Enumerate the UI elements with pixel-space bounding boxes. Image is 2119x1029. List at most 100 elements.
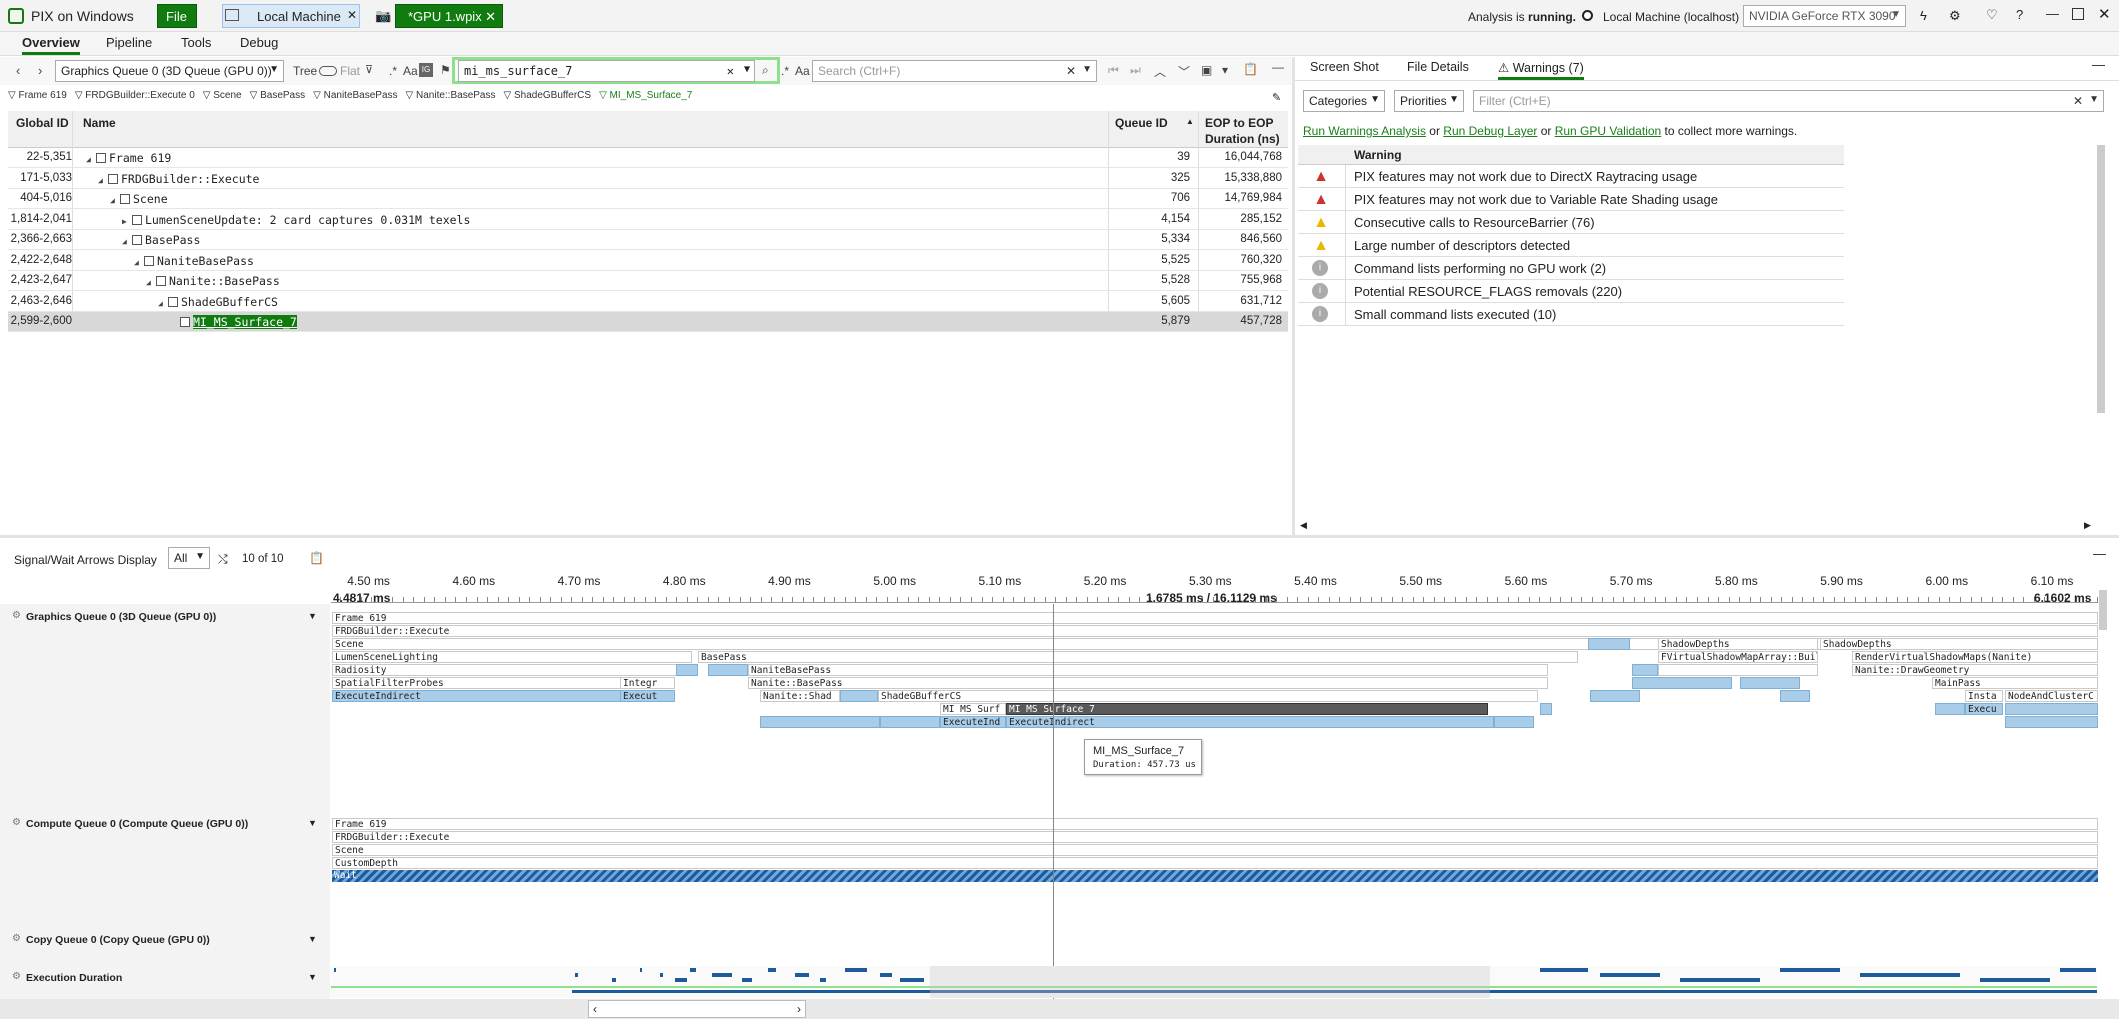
compute-track-bar[interactable]: Frame 619	[332, 818, 2098, 830]
table-row[interactable]: 1,814-2,041 ▶ LumenSceneUpdate: 2 card cap…	[8, 210, 1288, 230]
chevron-down-icon[interactable]: ▼	[308, 934, 317, 944]
track-bar[interactable]	[1494, 716, 1534, 728]
breadcrumb-item[interactable]: ▽ NaniteBasePass	[313, 90, 397, 101]
forward-icon[interactable]: ›	[38, 63, 42, 78]
clipboard-icon[interactable]: 📋	[1243, 62, 1258, 76]
timeline-scrollbar[interactable]	[0, 999, 2119, 1019]
edit-icon[interactable]: ✎	[1272, 91, 1281, 104]
feedback-icon[interactable]: ⚙	[1949, 8, 1961, 24]
right-panel-minimize-icon[interactable]: —	[2092, 57, 2105, 72]
ig-icon[interactable]: IG	[419, 63, 433, 77]
col-eop[interactable]: EOP to EOP	[1205, 116, 1273, 130]
track-bar[interactable]: Radiosity	[332, 664, 692, 676]
compute-track-bar[interactable]: Wait	[332, 870, 2098, 882]
tree-flat-toggle[interactable]	[319, 66, 337, 76]
track-bar[interactable]: ExecuteIndirect	[332, 690, 622, 702]
warning-row[interactable]: i Command lists performing no GPU work (2…	[1298, 257, 1844, 280]
row-checkbox[interactable]	[144, 255, 154, 266]
menu-overview[interactable]: Overview	[22, 35, 80, 55]
track-bar[interactable]: LumenSceneLighting	[332, 651, 692, 663]
col-queue-id[interactable]: Queue ID	[1115, 116, 1168, 130]
table-row[interactable]: 2,463-2,646 ◢ ShadeGBufferCS 5,605 631,712	[8, 292, 1288, 312]
row-checkbox[interactable]	[120, 194, 130, 204]
heart-icon[interactable]: ♡	[1986, 7, 1998, 23]
track-bar[interactable]	[2005, 716, 2098, 728]
breadcrumb-item[interactable]: ▽ ShadeGBufferCS	[504, 90, 592, 101]
track-bar[interactable]: Nanite::Shad	[760, 690, 840, 702]
row-checkbox[interactable]	[96, 153, 106, 163]
track-bar[interactable]	[1588, 638, 1630, 650]
scroll-thumb[interactable]: ‹ ›	[588, 1000, 806, 1018]
track-bar[interactable]: Nanite::DrawGeometry	[1852, 664, 2098, 676]
warnings-scrollbar[interactable]	[2097, 145, 2105, 413]
breadcrumb-item[interactable]: ▽ Nanite::BasePass	[406, 90, 496, 101]
back-icon[interactable]: ‹	[16, 63, 20, 78]
event-search-input[interactable]: mi_ms_surface_7 ✕ ▼	[458, 60, 755, 82]
gfx-queue-label[interactable]: Graphics Queue 0 (3D Queue (GPU 0))	[26, 611, 216, 623]
tab-warnings[interactable]: ⚠ Warnings (7)	[1498, 60, 1584, 80]
track-bar[interactable]	[2005, 703, 2098, 715]
compute-track-bar[interactable]: FRDGBuilder::Execute	[332, 831, 2098, 843]
track-bar[interactable]: NodeAndClusterC	[2005, 690, 2098, 702]
breadcrumb-item[interactable]: ▽ MI_MS_Surface_7	[599, 90, 692, 101]
file-button[interactable]: File	[157, 4, 197, 28]
copy-queue-label[interactable]: Copy Queue 0 (Copy Queue (GPU 0))	[26, 934, 210, 946]
clipboard-icon-2[interactable]: 📋	[309, 551, 324, 565]
capture-tab[interactable]: *GPU 1.wpix ✕	[395, 4, 503, 28]
table-row[interactable]: 2,422-2,648 ◢ NaniteBasePass 5,525 760,320	[8, 251, 1288, 271]
track-bar[interactable]: RenderVirtualShadowMaps(Nanite)	[1852, 651, 2098, 663]
warning-row[interactable]: i Potential RESOURCE_FLAGS removals (220)	[1298, 280, 1844, 303]
maximize-icon[interactable]	[2072, 8, 2084, 20]
collapse-triangle-icon[interactable]: ◢	[98, 176, 108, 185]
collapse-triangle-icon[interactable]: ◢	[158, 299, 168, 308]
collapse-triangle-icon[interactable]: ◢	[122, 237, 132, 246]
row-checkbox[interactable]	[156, 276, 166, 286]
last-icon[interactable]: ⏭	[1130, 63, 1141, 78]
exec-duration-label[interactable]: Execution Duration	[26, 972, 122, 984]
table-row[interactable]: 22-5,351 ◢ Frame 619 39 16,044,768	[8, 148, 1288, 168]
warning-row[interactable]: ▲ PIX features may not work due to Variab…	[1298, 188, 1844, 211]
table-row[interactable]: 2,423-2,647 ◢ Nanite::BasePass 5,528 755,968	[8, 271, 1288, 291]
collapse-triangle-icon[interactable]: ◢	[146, 278, 156, 287]
categories-select[interactable]: Categories ▼	[1303, 90, 1385, 112]
table-row[interactable]: 2,366-2,663 ◢ BasePass 5,334 846,560	[8, 230, 1288, 250]
track-bar[interactable]	[1740, 677, 1800, 689]
track-bar[interactable]: Execu	[1965, 703, 2003, 715]
track-bar[interactable]	[676, 664, 698, 676]
track-bar[interactable]	[1590, 690, 1640, 702]
table-row[interactable]: 404-5,016 ◢ Scene 706 14,769,984	[8, 189, 1288, 209]
warning-row[interactable]: ▲ Large number of descriptors detected	[1298, 234, 1844, 257]
track-bar[interactable]: MI_MS_Surface_7	[1006, 703, 1488, 715]
track-bar[interactable]: FRDGBuilder::Execute	[332, 625, 2098, 637]
breadcrumb-item[interactable]: ▽ BasePass	[250, 90, 306, 101]
col-name[interactable]: Name	[83, 116, 116, 130]
track-bar[interactable]	[1658, 664, 1818, 676]
chevron-down-icon[interactable]: ▼	[308, 611, 317, 621]
run-warnings-link[interactable]: Run Warnings Analysis	[1303, 124, 1426, 138]
warning-row[interactable]: ▲ Consecutive calls to ResourceBarrier (7…	[1298, 211, 1844, 234]
close-icon[interactable]: ✕	[347, 8, 357, 22]
first-icon[interactable]: ⏮	[1108, 63, 1119, 78]
col-global-id[interactable]: Global ID	[16, 116, 69, 130]
track-bar[interactable]: Integr	[620, 677, 675, 689]
record-icon[interactable]	[1582, 10, 1593, 21]
track-bar[interactable]	[840, 690, 878, 702]
chart-icon[interactable]: ▣	[1201, 63, 1212, 77]
priorities-select[interactable]: Priorities ▼	[1394, 90, 1464, 112]
minimize-icon[interactable]: —	[2046, 6, 2059, 21]
signal-wait-select[interactable]: All ▼	[168, 547, 210, 569]
up-icon[interactable]: ︿	[1154, 63, 1166, 80]
track-bar[interactable]: BasePass	[698, 651, 1578, 663]
compute-queue-label[interactable]: Compute Queue 0 (Compute Queue (GPU 0))	[26, 818, 248, 830]
track-bar[interactable]	[1632, 677, 1732, 689]
track-bar[interactable]: FVirtualShadowMapArray::Buil	[1658, 651, 1818, 663]
chevron-down-icon[interactable]: ▼	[308, 818, 317, 828]
warnings-filter-input[interactable]: Filter (Ctrl+E) ✕ ▼	[1473, 90, 2104, 112]
menu-tools[interactable]: Tools	[181, 35, 211, 50]
regex-toggle-2[interactable]: .*	[781, 64, 789, 78]
row-checkbox[interactable]	[132, 235, 142, 245]
track-bar[interactable]	[760, 716, 880, 728]
compute-track-bar[interactable]: CustomDepth	[332, 857, 2098, 869]
breadcrumb-item[interactable]: ▽ FRDGBuilder::Execute 0	[75, 90, 195, 101]
warning-row[interactable]: i Small command lists executed (10)	[1298, 303, 1844, 326]
